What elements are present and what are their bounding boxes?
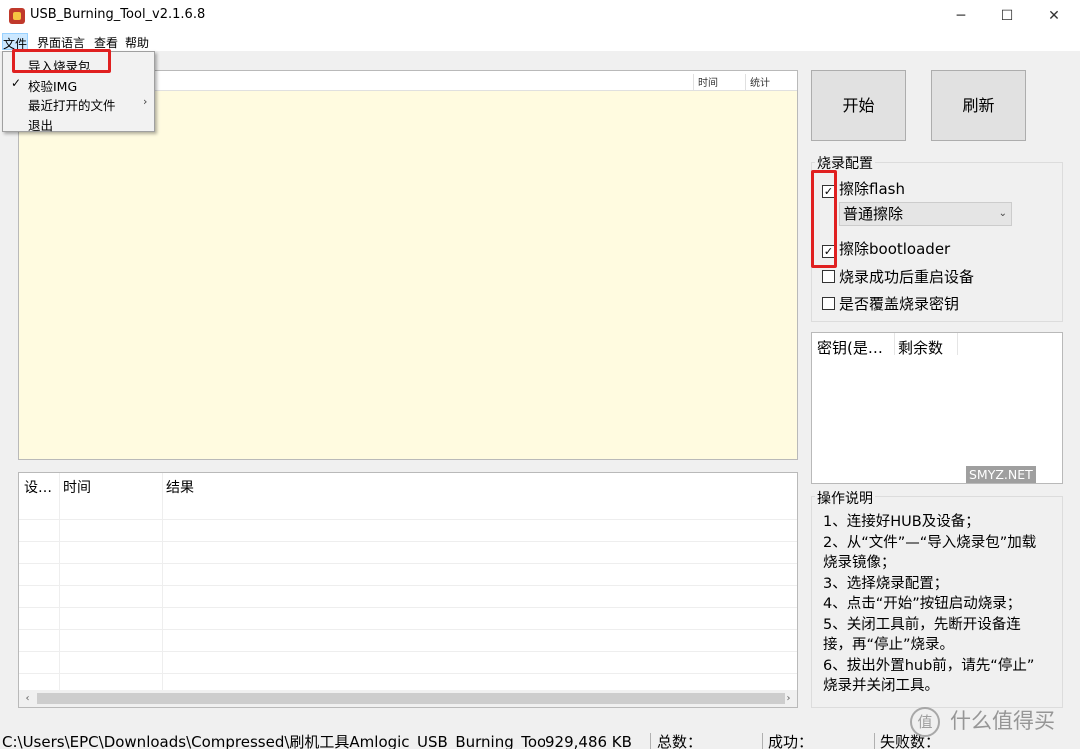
erase-mode-value: 普通擦除 <box>843 205 904 223</box>
menu-bar: 文件 界面语言 查看 帮助 <box>0 32 1080 51</box>
status-file-size: 929,486 KB <box>545 733 632 749</box>
status-success: 成功： <box>768 733 814 749</box>
checkbox-unchecked-icon[interactable] <box>822 270 835 283</box>
instruction-line: 接，再“停止”烧录。 <box>823 637 955 653</box>
erase-mode-select[interactable]: 普通擦除 ⌄ <box>839 202 1012 226</box>
column-divider <box>957 333 958 355</box>
minimize-button[interactable]: ─ <box>938 0 984 32</box>
window-title: USB_Burning_Tool_v2.1.6.8 <box>30 7 206 22</box>
status-total: 总数： <box>657 733 703 749</box>
column-header-device[interactable]: 设… <box>24 477 52 497</box>
column-header-key[interactable]: 密钥(是… <box>817 337 883 358</box>
overwrite-key-label: 是否覆盖烧录密钥 <box>839 295 960 313</box>
instruction-line: 5、关闭工具前，先断开设备连 <box>823 616 1021 633</box>
table-row-line <box>19 585 797 586</box>
table-row-line <box>19 673 797 674</box>
instructions-text: 1、连接好HUB及设备； 2、从“文件”—“导入烧录包”加载 烧录镜像； 3、选… <box>823 512 1059 697</box>
instruction-line: 3、选择烧录配置； <box>823 575 949 592</box>
table-row-line <box>19 519 797 520</box>
column-divider <box>162 473 163 693</box>
annotation-highlight <box>12 49 111 73</box>
menu-help[interactable]: 帮助 <box>125 34 149 51</box>
reboot-after-checkbox[interactable]: 烧录成功后重启设备 <box>822 266 974 287</box>
instruction-line: 1、连接好HUB及设备； <box>823 514 980 530</box>
reboot-after-label: 烧录成功后重启设备 <box>839 268 975 286</box>
column-header-time[interactable]: 时间 <box>693 74 745 90</box>
instructions-title: 操作说明 <box>815 488 875 508</box>
scroll-left-arrow-icon[interactable]: ‹ <box>19 690 36 707</box>
erase-bootloader-checkbox[interactable]: ✓ 擦除bootloader <box>822 238 950 259</box>
app-icon <box>9 8 25 24</box>
table-row-line <box>19 651 797 652</box>
instruction-line: 烧录镜像； <box>823 555 896 571</box>
watermark-logo-icon: 值 <box>910 707 940 737</box>
log-table[interactable]: 设… 时间 结果 ‹ › <box>18 472 798 708</box>
menu-item-verify-img[interactable]: 校验IMG <box>28 76 77 95</box>
submenu-arrow-icon: › <box>143 95 148 108</box>
keys-table[interactable]: 密钥(是… 剩余数 <box>811 332 1063 484</box>
check-icon: ✓ <box>11 76 22 90</box>
column-divider <box>59 473 60 693</box>
instruction-line: 2、从“文件”—“导入烧录包”加载 <box>823 534 1037 551</box>
annotation-highlight <box>811 170 837 268</box>
start-button[interactable]: 开始 <box>811 70 906 141</box>
erase-flash-label: 擦除flash <box>839 180 905 198</box>
table-row-line <box>19 563 797 564</box>
menu-file[interactable]: 文件 <box>2 33 29 51</box>
scrollbar-thumb[interactable] <box>37 693 785 704</box>
log-table-header: 设… 时间 结果 <box>19 473 797 501</box>
close-button[interactable]: ✕ <box>1031 0 1077 32</box>
instruction-line: 4、点击“开始”按钮启动烧录； <box>823 596 1022 612</box>
chevron-down-icon: ⌄ <box>998 208 1007 219</box>
table-row-line <box>19 541 797 542</box>
refresh-button[interactable]: 刷新 <box>931 70 1026 141</box>
column-header-remaining[interactable]: 剩余数 <box>898 337 943 358</box>
horizontal-scrollbar[interactable]: ‹ › <box>19 690 797 707</box>
overwrite-key-checkbox[interactable]: 是否覆盖烧录密钥 <box>822 293 959 314</box>
menu-item-recent-files[interactable]: 最近打开的文件 <box>28 95 116 114</box>
column-header-result[interactable]: 结果 <box>166 477 194 497</box>
column-header-stats[interactable]: 统计 <box>745 74 797 90</box>
checkbox-unchecked-icon[interactable] <box>822 297 835 310</box>
status-divider <box>650 733 651 749</box>
table-row-line <box>19 629 797 630</box>
watermark-text: 什么值得买 <box>950 709 1055 733</box>
column-header-log-time[interactable]: 时间 <box>63 477 91 497</box>
column-divider <box>894 333 895 355</box>
menu-item-exit[interactable]: 退出 <box>28 115 53 134</box>
instruction-line: 6、拔出外置hub前，请先“停止” <box>823 657 1035 674</box>
maximize-button[interactable]: ☐ <box>984 0 1030 32</box>
erase-bootloader-label: 擦除bootloader <box>839 240 951 258</box>
status-path: C:\Users\EPC\Downloads\Compressed\刷机工具Am… <box>2 733 547 749</box>
status-divider <box>762 733 763 749</box>
status-divider <box>874 733 875 749</box>
site-watermark: SMYZ.NET <box>966 466 1036 483</box>
instruction-line: 烧录并关闭工具。 <box>823 678 939 694</box>
table-row-line <box>19 607 797 608</box>
scroll-right-arrow-icon[interactable]: › <box>780 690 797 707</box>
title-bar: USB_Burning_Tool_v2.1.6.8 ─ ☐ ✕ <box>0 0 1080 32</box>
